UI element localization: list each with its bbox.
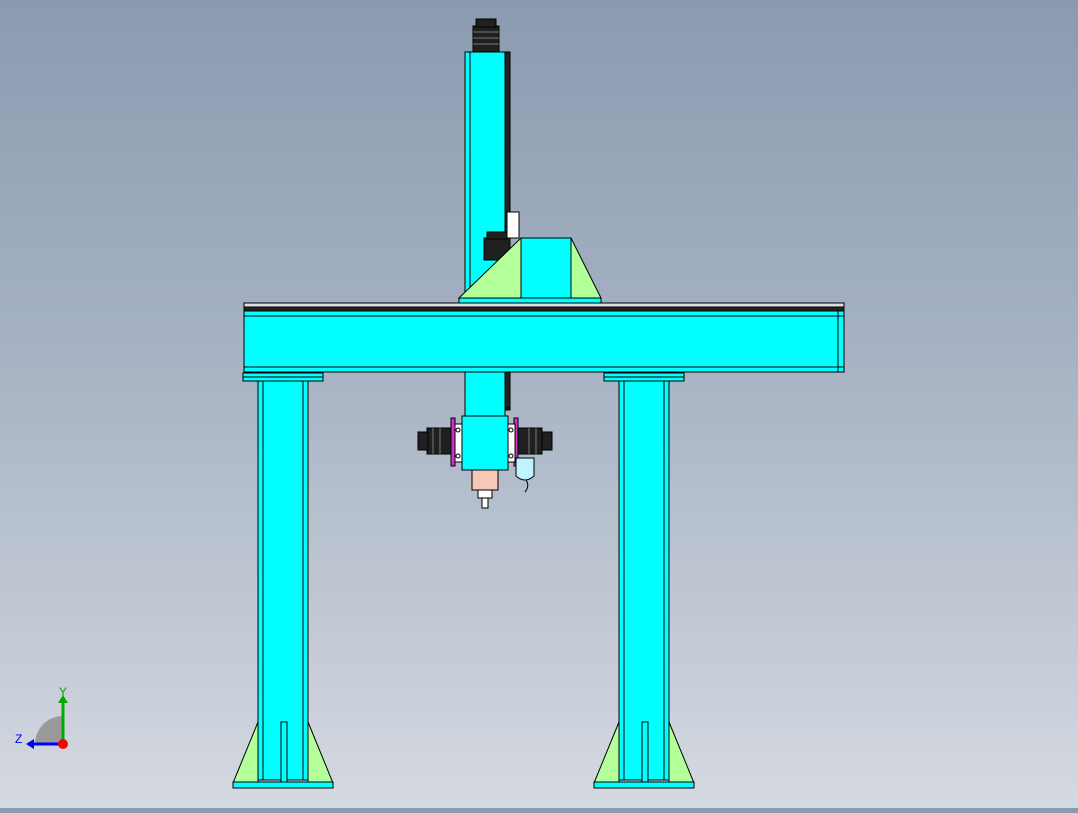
spindle-tool [481,497,489,509]
z-motor-body [472,25,500,53]
right-leg-base-plate [593,781,695,789]
y-motor-cap [486,231,508,240]
left-leg-gusset [232,721,259,784]
nozzle-hose [524,479,529,493]
head-block [461,415,509,471]
axis-triad[interactable]: Y Z [10,685,80,755]
right-leg-web [641,721,649,784]
y-axis-label: Y [59,685,67,699]
left-leg-column [257,379,309,781]
left-motor-cap [417,431,429,451]
right-leg-column [618,379,670,781]
z-lower-rail [504,371,511,409]
z-lower-column [464,371,506,417]
carriage-gusset-right [570,237,602,299]
beam-rail [243,302,845,308]
z-axis-arrowhead [26,739,34,749]
right-leg-gusset [668,721,695,784]
right-leg[interactable] [593,372,695,789]
right-motor-cap [541,431,553,451]
triad-origin [58,739,68,749]
left-leg[interactable] [232,372,334,789]
tool-head[interactable] [417,371,553,509]
gantry-model[interactable] [0,0,1078,808]
left-motor-body [426,427,452,455]
spindle-body [471,469,499,491]
left-leg-base-plate [232,781,334,789]
right-leg-gusset [593,721,620,784]
cad-viewport[interactable]: Y Z [0,0,1078,808]
beam-rail-dark [243,306,845,312]
z-column-bracket [506,211,520,239]
right-motor-body [517,427,543,455]
left-leg-gusset [307,721,334,784]
spindle-collar [477,489,493,499]
z-axis-label: Z [15,732,22,746]
left-leg-web [280,721,288,784]
triad-arc [35,716,63,744]
left-flange [450,417,456,467]
carriage-block [520,237,572,299]
beam-body [243,310,845,373]
z-motor-cap [475,18,497,28]
cross-beam[interactable] [243,302,845,373]
side-nozzle [515,457,535,481]
